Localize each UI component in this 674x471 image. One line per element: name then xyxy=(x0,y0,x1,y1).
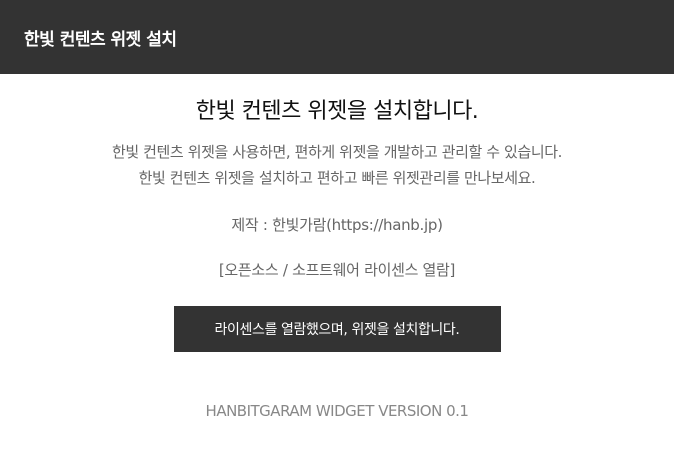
install-panel: 한빛 컨텐츠 위젯을 설치합니다. 한빛 컨텐츠 위젯을 사용하면, 편하게 위… xyxy=(0,98,674,421)
description-line-2: 한빛 컨텐츠 위젯을 설치하고 편하고 빠른 위젯관리를 만나보세요. xyxy=(138,169,536,187)
license-view-link[interactable]: [오픈소스 / 소프트웨어 라이센스 열람] xyxy=(0,260,674,280)
header-title: 한빛 컨텐츠 위젯 설치 xyxy=(24,29,177,50)
description: 한빛 컨텐츠 위젯을 사용하면, 편하게 위젯을 개발하고 관리할 수 있습니다… xyxy=(0,139,674,191)
maker-credit: 제작 : 한빛가람(https://hanb.jp) xyxy=(231,216,443,234)
version-label: HANBITGARAM WIDGET VERSION 0.1 xyxy=(205,402,469,420)
page-title: 한빛 컨텐츠 위젯을 설치합니다. xyxy=(195,99,479,124)
description-line-1: 한빛 컨텐츠 위젯을 사용하면, 편하게 위젯을 개발하고 관리할 수 있습니다… xyxy=(111,143,563,161)
install-button[interactable]: 라이센스를 열람했으며, 위젯을 설치합니다. xyxy=(173,306,501,352)
app-header: 한빛 컨텐츠 위젯 설치 xyxy=(0,0,674,74)
